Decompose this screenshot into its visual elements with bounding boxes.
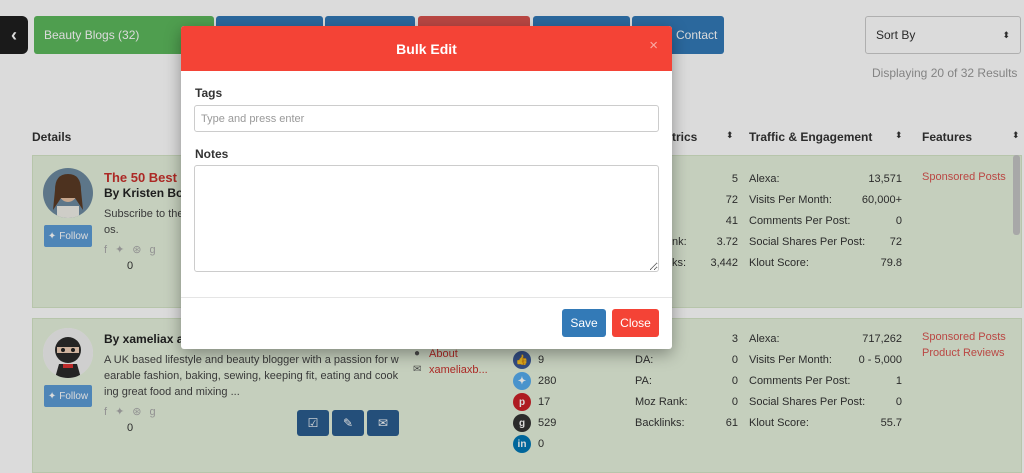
notes-textarea[interactable] [194,165,659,272]
tags-input[interactable] [194,105,659,132]
tags-label: Tags [195,86,223,100]
close-icon[interactable]: × [649,37,658,54]
notes-label: Notes [195,147,229,161]
save-button[interactable]: Save [562,309,606,337]
modal-header: Bulk Edit × [181,26,672,71]
close-button[interactable]: Close [612,309,659,337]
modal-divider [181,297,672,298]
modal-title: Bulk Edit [396,40,457,57]
bulk-edit-modal: Bulk Edit × Tags Notes Save Close [181,26,672,349]
